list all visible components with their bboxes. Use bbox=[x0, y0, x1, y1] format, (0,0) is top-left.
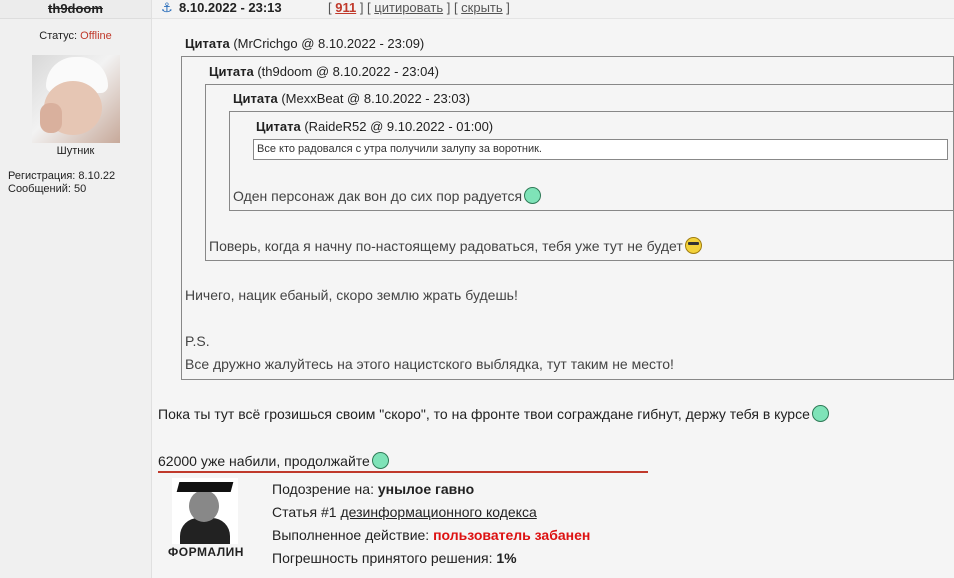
cool-smile-icon bbox=[684, 237, 702, 254]
user-status: Статус: Offline bbox=[0, 30, 151, 42]
user-info: Регистрация: 8.10.22 Сообщений: 50 bbox=[8, 170, 115, 196]
moderator-name: ФОРМАЛИН bbox=[168, 545, 244, 559]
quote-3-text: Оден персонаж дак вон до сих пор радуетс… bbox=[233, 187, 542, 204]
mod-error: Погрешность принятого решения: 1% bbox=[272, 550, 517, 566]
quote-4-text: Все кто радовался с утра получили залупу… bbox=[257, 143, 542, 155]
registration-date: Регистрация: 8.10.22 bbox=[8, 170, 116, 182]
graduation-cap-icon bbox=[176, 482, 234, 492]
avatar bbox=[32, 55, 120, 143]
quote-3-title: Цитата (MexxBeat @ 8.10.2022 - 23:03) bbox=[233, 91, 471, 106]
smile-icon bbox=[811, 405, 829, 422]
avatar-hand bbox=[40, 103, 62, 133]
message-count: Сообщений: 50 bbox=[8, 183, 87, 195]
anchor-icon[interactable]: ⚓ bbox=[161, 0, 173, 16]
quote-2-title: Цитата (th9doom @ 8.10.2022 - 23:04) bbox=[209, 64, 439, 79]
quote-1-ps: P.S. bbox=[185, 333, 210, 349]
codex-link[interactable]: дезинформационного кодекса bbox=[340, 504, 536, 520]
username-link[interactable]: th9doom bbox=[0, 0, 151, 19]
user-sidebar: th9doom Статус: Offline Шутник Регистрац… bbox=[0, 0, 152, 578]
quote-link[interactable]: цитировать bbox=[374, 0, 443, 15]
mod-suspicion: Подозрение на: унылое гавно bbox=[272, 481, 475, 497]
quote-1-text-2: Все дружно жалуйтесь на этого нацистског… bbox=[185, 356, 674, 372]
moderation-divider bbox=[158, 471, 648, 473]
message-text-1: Пока ты тут всё грозишься своим "скоро",… bbox=[158, 405, 829, 422]
user-rank: Шутник bbox=[56, 145, 95, 157]
smile-icon bbox=[524, 187, 542, 204]
mod-action: Выполненное действие: пользователь забан… bbox=[272, 527, 591, 543]
quote-1-title: Цитата (MrCrichgo @ 8.10.2022 - 23:09) bbox=[185, 36, 425, 51]
post-header: ⚓ 8.10.2022 - 23:13 [ 911 ] [ цитировать… bbox=[152, 0, 954, 19]
quote-2-text: Поверь, когда я начну по-настоящему радо… bbox=[209, 237, 702, 254]
status-label: Статус: bbox=[39, 30, 78, 42]
post-actions: [ 911 ] [ цитировать ] [ скрыть ] bbox=[328, 0, 510, 15]
hide-link[interactable]: скрыть bbox=[461, 0, 503, 15]
mod-article: Статья #1 дезинформационного кодекса bbox=[272, 504, 537, 520]
message-text-2: 62000 уже набили, продолжайте bbox=[158, 452, 389, 469]
quote-1-text: Ничего, нацик ебаный, скоро землю жрать … bbox=[185, 287, 518, 303]
moderator-avatar bbox=[172, 478, 238, 544]
moderator-head bbox=[189, 490, 219, 522]
quote-4-title: Цитата (RaideR52 @ 9.10.2022 - 01:00) bbox=[256, 119, 494, 134]
smile-icon bbox=[371, 452, 389, 469]
post-date: 8.10.2022 - 23:13 bbox=[179, 0, 282, 15]
status-value: Offline bbox=[80, 30, 112, 42]
post-number-link[interactable]: 911 bbox=[335, 0, 356, 15]
